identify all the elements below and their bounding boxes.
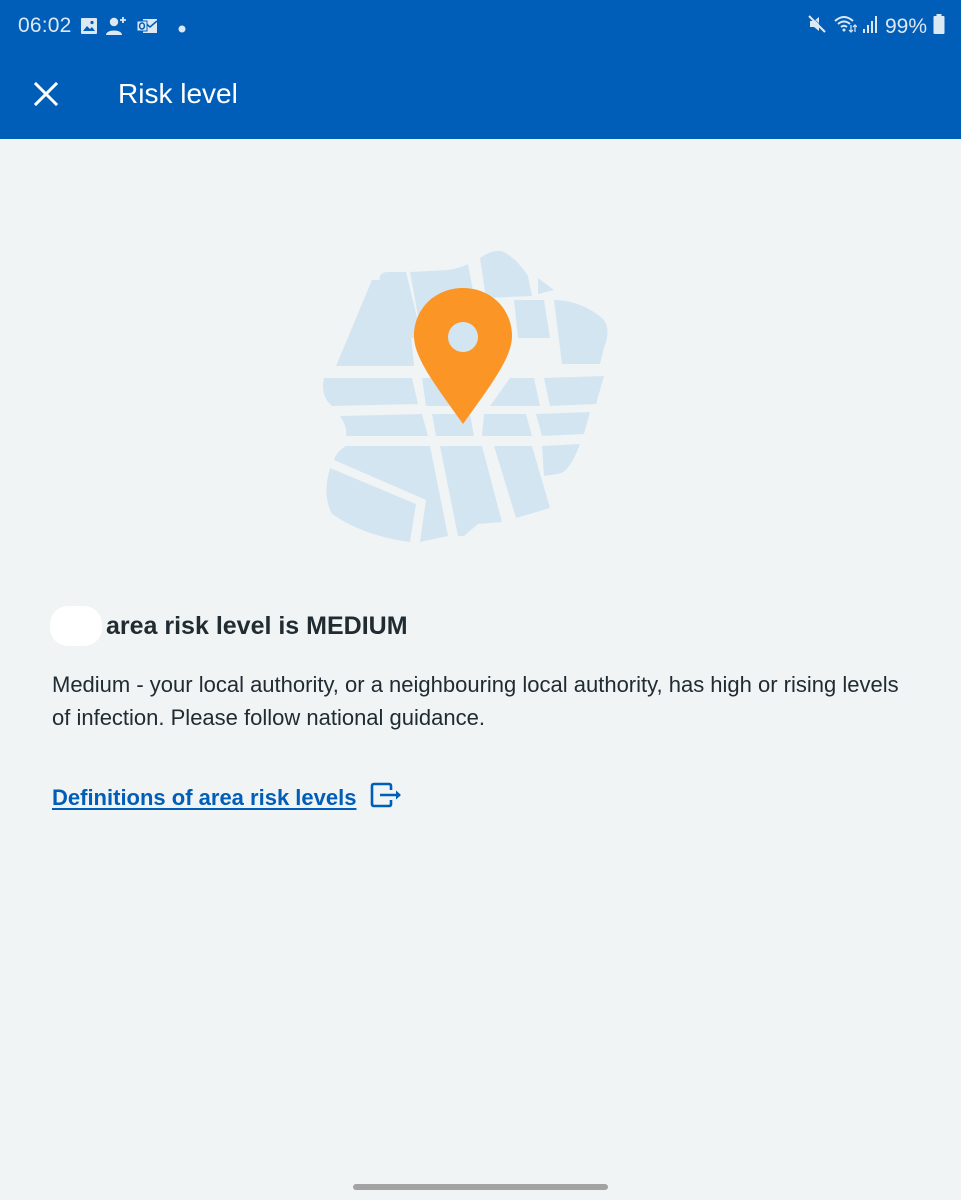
- status-bar: 06:02 99%: [0, 0, 961, 56]
- risk-heading: area risk level is MEDIUM: [50, 606, 408, 646]
- page-title: Risk level: [118, 78, 238, 109]
- signal-icon: [862, 15, 879, 39]
- mute-icon: [807, 14, 827, 40]
- add-contact-icon: [106, 16, 128, 41]
- app-bar: Risk level: [0, 56, 961, 139]
- definitions-link[interactable]: Definitions of area risk levels: [52, 782, 404, 813]
- battery-percent: 99%: [884, 15, 927, 38]
- map-pin-icon: [414, 288, 512, 424]
- gesture-nav-handle[interactable]: [353, 1184, 608, 1190]
- risk-heading-text: area risk level is MEDIUM: [106, 611, 408, 640]
- redacted-area-name: [50, 606, 102, 646]
- notification-icons: [80, 16, 186, 41]
- close-icon: [33, 81, 59, 112]
- battery-icon: [933, 14, 945, 40]
- dot-icon: [178, 20, 186, 38]
- gallery-icon: [80, 17, 98, 40]
- definitions-link-text[interactable]: Definitions of area risk levels: [52, 785, 356, 811]
- close-button[interactable]: [24, 74, 68, 118]
- risk-description: Medium - your local authority, or a neig…: [52, 672, 899, 730]
- external-link-icon: [370, 782, 404, 813]
- status-time: 06:02: [18, 14, 72, 37]
- system-status: 99%: [807, 14, 945, 40]
- map-illustration: [318, 246, 613, 544]
- outlook-icon: [136, 17, 158, 40]
- wifi-icon: [833, 14, 858, 40]
